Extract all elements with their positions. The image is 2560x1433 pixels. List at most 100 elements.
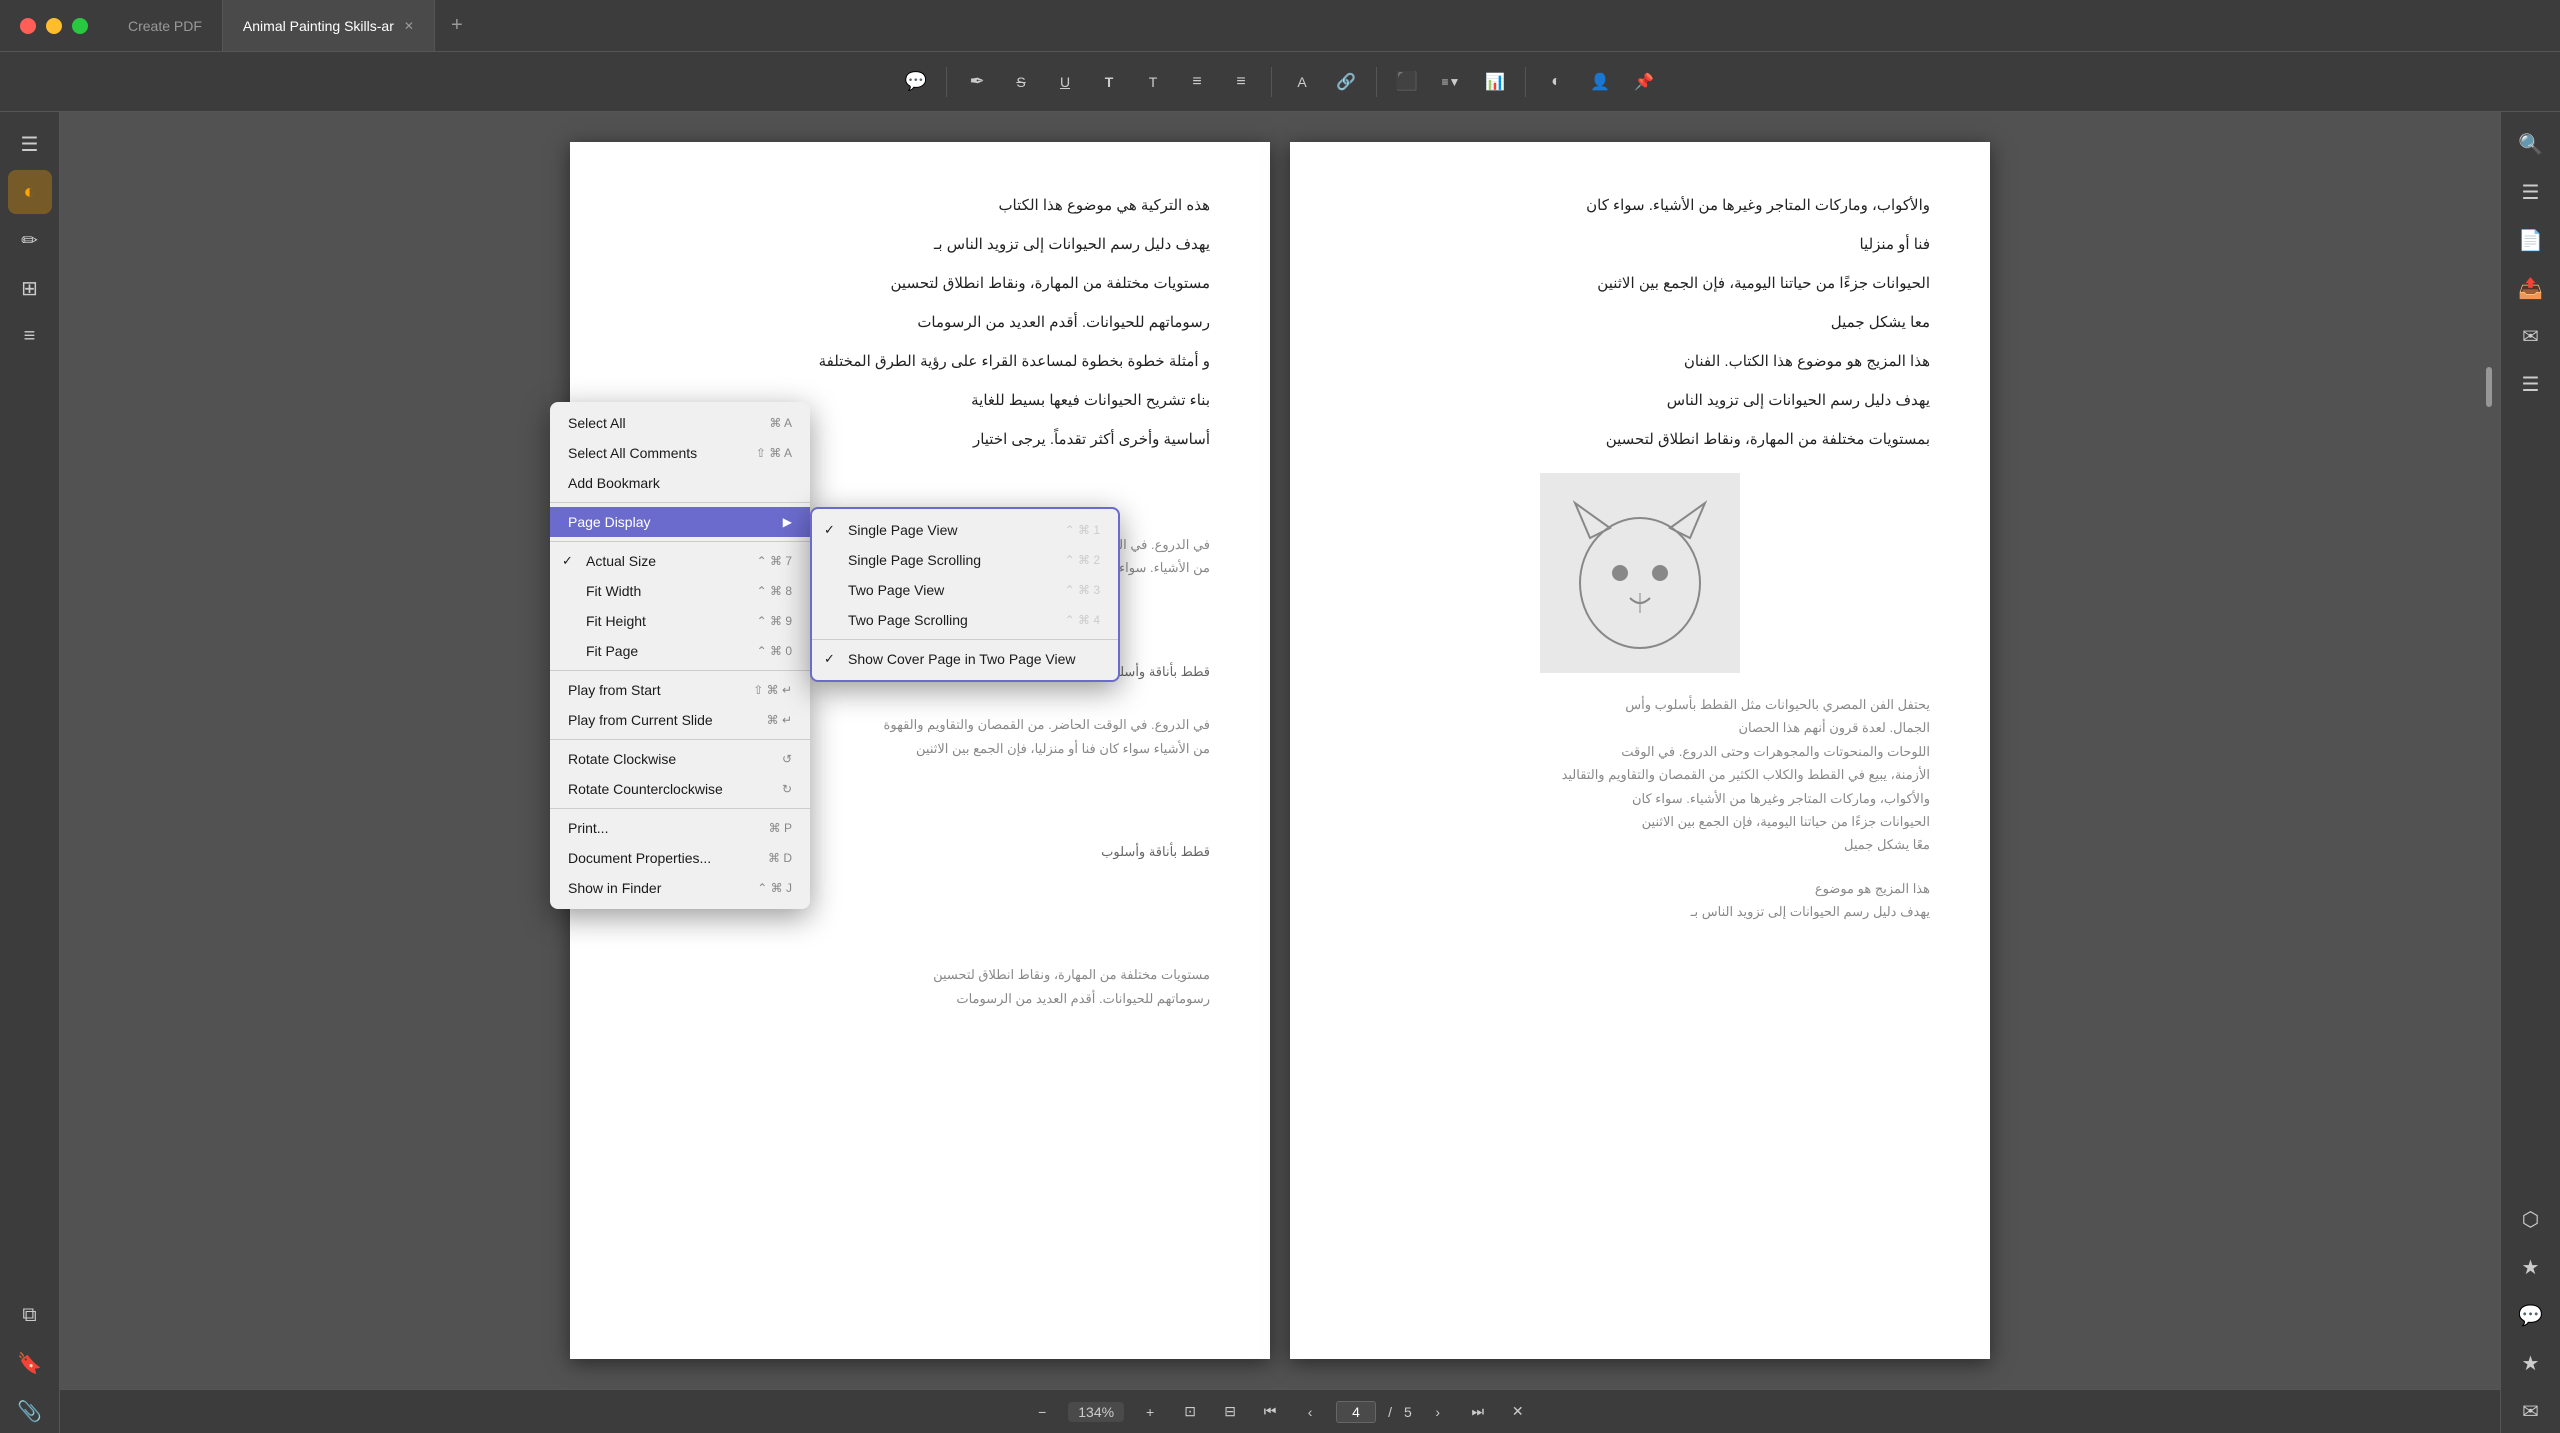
signature-icon[interactable]: ✒: [959, 64, 995, 100]
sidebar-attach-icon[interactable]: 📎: [8, 1389, 52, 1433]
menu-item-document-properties[interactable]: Document Properties... ⌘ D: [550, 843, 810, 873]
right-panel10-icon[interactable]: ✉: [2509, 1389, 2553, 1433]
strikethrough-icon[interactable]: S: [1003, 64, 1039, 100]
pdf-area[interactable]: هذه التركية هي موضوع هذا الكتاب يهدف دلي…: [60, 112, 2500, 1389]
stamp-icon[interactable]: ≡▼: [1433, 64, 1469, 100]
pdf-right-body-6: الحيوانات جزءًا من حياتنا اليومية، فإن ا…: [1350, 810, 1930, 833]
sidebar-highlight-icon[interactable]: ◐: [8, 170, 52, 214]
shape-icon[interactable]: ⬛: [1389, 64, 1425, 100]
sidebar-list-icon[interactable]: ≡: [8, 314, 52, 358]
shortcut-actual: ⌃ ⌘ 7: [757, 554, 792, 568]
shortcut-tpv: ⌃ ⌘ 3: [1065, 583, 1100, 597]
menu-item-rotate-clockwise[interactable]: Rotate Clockwise ↺: [550, 744, 810, 774]
menu-item-select-all-comments[interactable]: Select All Comments ⇧ ⌘ A: [550, 438, 810, 468]
shortcut-spv: ⌃ ⌘ 1: [1065, 523, 1100, 537]
menu-label: Rotate Counterclockwise: [568, 781, 723, 797]
maximize-button[interactable]: [72, 18, 88, 34]
right-panel7-icon[interactable]: ★: [2509, 1245, 2553, 1289]
page-display-submenu: ✓ Single Page View ⌃ ⌘ 1 Single Page Scr…: [810, 507, 1120, 682]
submenu-single-page-scrolling[interactable]: Single Page Scrolling ⌃ ⌘ 2: [812, 545, 1118, 575]
minimize-button[interactable]: [46, 18, 62, 34]
submenu-label: Show Cover Page in Two Page View: [848, 651, 1076, 667]
menu-label: Rotate Clockwise: [568, 751, 676, 767]
pdf-right-body-4: الأزمنة، يبيع في القطط والكلاب الكثير من…: [1350, 763, 1930, 786]
pdf-right-body-3: اللوحات والمنحوتات والمجوهرات وحتى الدرو…: [1350, 740, 1930, 763]
nav-prev-button[interactable]: ‹: [1296, 1398, 1324, 1426]
shortcut-sps: ⌃ ⌘ 2: [1065, 553, 1100, 567]
right-panel1-icon[interactable]: ☰: [2509, 170, 2553, 214]
right-panel9-icon[interactable]: ★: [2509, 1341, 2553, 1385]
zoom-display[interactable]: 134%: [1068, 1402, 1124, 1422]
check-icon-actual: ✓: [562, 553, 573, 569]
menu-item-select-all[interactable]: Select All ⌘ A: [550, 408, 810, 438]
menu-item-actual-size[interactable]: ✓ Actual Size ⌃ ⌘ 7: [550, 546, 810, 576]
text-icon[interactable]: T: [1091, 64, 1127, 100]
right-panel5-icon[interactable]: ☰: [2509, 362, 2553, 406]
menu-item-fit-width[interactable]: Fit Width ⌃ ⌘ 8: [550, 576, 810, 606]
fit-width-button[interactable]: ⊟: [1216, 1398, 1244, 1426]
menu-item-show-in-finder[interactable]: Show in Finder ⌃ ⌘ J: [550, 873, 810, 903]
shortcut-pfcs: ⌘ ↵: [767, 713, 792, 727]
tab-label: Animal Painting Skills-ar: [243, 18, 394, 34]
fit-page-button[interactable]: ⊡: [1176, 1398, 1204, 1426]
zoom-in-button[interactable]: +: [1136, 1398, 1164, 1426]
right-panel8-icon[interactable]: 💬: [2509, 1293, 2553, 1337]
highlight-icon[interactable]: A: [1284, 64, 1320, 100]
right-search-icon[interactable]: 🔍: [2509, 122, 2553, 166]
chart-icon[interactable]: 📊: [1477, 64, 1513, 100]
circle-icon[interactable]: ◐: [1538, 64, 1574, 100]
menu-item-play-from-current[interactable]: Play from Current Slide ⌘ ↵: [550, 705, 810, 735]
text-box-icon[interactable]: T: [1135, 64, 1171, 100]
pdf-text-1: هذه التركية هي موضوع هذا الكتاب: [630, 192, 1210, 219]
shortcut-select-all: ⌘ A: [769, 416, 792, 430]
pdf-text-2: يهدف دليل رسم الحيوانات إلى تزويد الناس …: [630, 231, 1210, 258]
right-panel2-icon[interactable]: 📄: [2509, 218, 2553, 262]
nav-last-button[interactable]: ⏭: [1464, 1398, 1492, 1426]
menu-item-page-display[interactable]: Page Display ▶ ✓ Single Page View ⌃ ⌘ 1 …: [550, 507, 810, 537]
zoom-out-button[interactable]: −: [1028, 1398, 1056, 1426]
menu-label: Print...: [568, 820, 608, 836]
menu-item-fit-height[interactable]: Fit Height ⌃ ⌘ 9: [550, 606, 810, 636]
submenu-single-page-view[interactable]: ✓ Single Page View ⌃ ⌘ 1: [812, 515, 1118, 545]
pdf-right-text-1: والأكواب، وماركات المتاجر وغيرها من الأش…: [1350, 192, 1930, 219]
nav-first-button[interactable]: ⏮: [1256, 1398, 1284, 1426]
pin-icon[interactable]: 📌: [1626, 64, 1662, 100]
tab-add-button[interactable]: +: [435, 14, 479, 37]
menu-item-add-bookmark[interactable]: Add Bookmark: [550, 468, 810, 498]
shortcut-rc: ↺: [782, 752, 792, 766]
pdf-text-4: رسوماتهم للحيوانات. أقدم العديد من الرسو…: [630, 309, 1210, 336]
right-panel3-icon[interactable]: 📤: [2509, 266, 2553, 310]
tab-create-pdf[interactable]: Create PDF: [108, 0, 223, 51]
underline-icon[interactable]: U: [1047, 64, 1083, 100]
check-icon-cover: ✓: [824, 651, 835, 667]
link-icon[interactable]: 🔗: [1328, 64, 1364, 100]
list-icon[interactable]: ≡: [1179, 64, 1215, 100]
profile-icon[interactable]: 👤: [1582, 64, 1618, 100]
nav-next-button[interactable]: ›: [1424, 1398, 1452, 1426]
submenu-show-cover-page[interactable]: ✓ Show Cover Page in Two Page View: [812, 644, 1118, 674]
menu-item-play-from-start[interactable]: Play from Start ⇧ ⌘ ↵: [550, 675, 810, 705]
submenu-two-page-view[interactable]: Two Page View ⌃ ⌘ 3: [812, 575, 1118, 605]
menu-label: Actual Size: [586, 553, 656, 569]
sidebar-edit-icon[interactable]: ✏: [8, 218, 52, 262]
menu-label: Page Display: [568, 514, 651, 530]
submenu-two-page-scrolling[interactable]: Two Page Scrolling ⌃ ⌘ 4: [812, 605, 1118, 635]
left-sidebar: ☰ ◐ ✏ ⊞ ≡ ⧉ 🔖 📎: [0, 112, 60, 1433]
page-number-input[interactable]: [1336, 1401, 1376, 1423]
sidebar-pages-icon[interactable]: ⊞: [8, 266, 52, 310]
tab-animal-painting[interactable]: Animal Painting Skills-ar ✕: [223, 0, 435, 51]
menu-label: Add Bookmark: [568, 475, 660, 491]
right-panel4-icon[interactable]: ✉: [2509, 314, 2553, 358]
comments-icon[interactable]: 💬: [898, 64, 934, 100]
sidebar-layers-icon[interactable]: ⧉: [8, 1293, 52, 1337]
tab-close-icon[interactable]: ✕: [404, 19, 414, 33]
menu-item-print[interactable]: Print... ⌘ P: [550, 813, 810, 843]
menu-item-fit-page[interactable]: Fit Page ⌃ ⌘ 0: [550, 636, 810, 666]
close-button[interactable]: [20, 18, 36, 34]
sidebar-bookmark-icon[interactable]: 🔖: [8, 1341, 52, 1385]
close-panel-button[interactable]: ✕: [1504, 1398, 1532, 1426]
right-panel6-icon[interactable]: ⬡: [2509, 1197, 2553, 1241]
menu-item-rotate-counterclockwise[interactable]: Rotate Counterclockwise ↻: [550, 774, 810, 804]
align-icon[interactable]: ≡: [1223, 64, 1259, 100]
sidebar-menu-icon[interactable]: ☰: [8, 122, 52, 166]
